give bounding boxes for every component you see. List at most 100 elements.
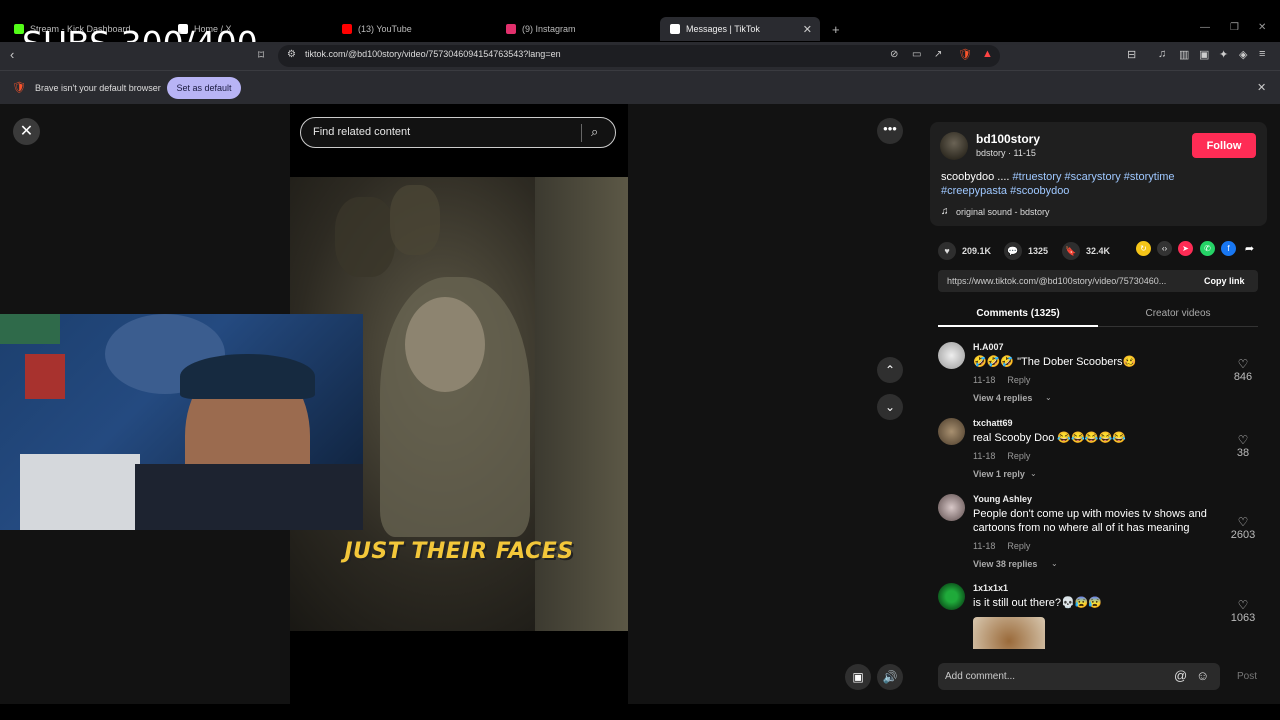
heart-icon[interactable]: ♥ — [938, 242, 956, 260]
comment-input[interactable]: Add comment... — [945, 671, 1015, 682]
close-tab-icon[interactable]: ✕ — [803, 23, 812, 36]
post-subtitle: bdstory · 11-15 — [976, 148, 1036, 158]
wallet-icon[interactable]: ▣ — [1199, 48, 1209, 61]
tab-manager-icon[interactable]: ⊟ — [1127, 48, 1136, 61]
share-icon[interactable]: ↗ — [934, 49, 942, 60]
reply-button[interactable]: Reply — [1007, 451, 1030, 461]
hashtags[interactable]: #truestory #scarystory #storytime — [1013, 171, 1175, 183]
comment-image[interactable] — [973, 617, 1045, 649]
comment-username[interactable]: txchatt69 — [973, 418, 1013, 428]
comment-like[interactable]: ♡ 38 — [1228, 433, 1258, 459]
vpn-icon[interactable]: ◈ — [1239, 48, 1247, 61]
comment-like[interactable]: ♡ 846 — [1228, 357, 1258, 383]
comment-username[interactable]: Young Ashley — [973, 494, 1032, 504]
view-replies-link[interactable]: View 4 replies — [973, 393, 1032, 403]
reply-button[interactable]: Reply — [1007, 375, 1030, 385]
menu-icon[interactable]: ≡ — [1259, 48, 1265, 60]
tab-instagram[interactable]: (9) Instagram — [496, 17, 656, 41]
avatar[interactable] — [938, 342, 965, 369]
back-icon[interactable]: ‹ — [10, 47, 14, 62]
post-comment-button[interactable]: Post — [1237, 671, 1257, 682]
tab-youtube[interactable]: (13) YouTube — [332, 17, 492, 41]
emoji-icon[interactable]: ☺ — [1196, 668, 1209, 683]
hashtags[interactable]: #creepypasta #scoobydoo — [941, 185, 1069, 197]
save-stat[interactable]: 🔖 32.4K — [1062, 242, 1110, 260]
heart-icon[interactable]: ♡ — [1228, 357, 1258, 371]
sidebar-icon[interactable]: ▥ — [1179, 48, 1189, 61]
tab-tiktok[interactable]: Messages | TikTok ✕ — [660, 17, 820, 41]
brave-logo-icon: 🛡 — [12, 82, 26, 94]
url-text[interactable]: tiktok.com/@bd100story/video/75730460941… — [305, 49, 561, 59]
send-icon[interactable]: ➤ — [1178, 241, 1193, 256]
leo-ai-icon[interactable]: ✦ — [1219, 48, 1228, 61]
like-stat[interactable]: ♥ 209.1K — [938, 242, 991, 260]
restore-icon[interactable]: ❐ — [1230, 22, 1239, 33]
set-default-button[interactable]: Set as default — [167, 77, 241, 99]
chevron-down-icon[interactable]: ⌄ — [1045, 393, 1052, 402]
embed-icon[interactable]: ‹› — [1157, 241, 1172, 256]
comment-username[interactable]: H.A007 — [973, 342, 1004, 352]
close-infobar-icon[interactable]: ✕ — [1257, 81, 1266, 94]
repost-icon[interactable]: ↻ — [1136, 241, 1151, 256]
no-tracking-icon[interactable]: ⊘ — [890, 49, 898, 60]
comment-text: People don't come up with movies tv show… — [973, 508, 1207, 534]
comment-icon[interactable]: 💬 — [1004, 242, 1022, 260]
comment-stat[interactable]: 💬 1325 — [1004, 242, 1048, 260]
video-caption: JUST THEIR FACES — [344, 539, 574, 564]
heart-icon[interactable]: ♡ — [1228, 433, 1258, 447]
video-link[interactable]: https://www.tiktok.com/@bd100story/video… — [947, 276, 1166, 286]
brave-rewards-icon[interactable]: ▲ — [982, 48, 993, 60]
previous-video-button[interactable]: ⌃ — [877, 357, 903, 383]
avatar[interactable] — [938, 418, 965, 445]
heart-icon[interactable]: ♡ — [1228, 598, 1258, 612]
more-options-icon[interactable]: ••• — [877, 118, 903, 144]
chevron-down-icon[interactable]: ⌄ — [1030, 469, 1037, 478]
volume-icon[interactable]: 🔊 — [877, 664, 903, 690]
search-input[interactable]: Find related content — [313, 126, 410, 138]
sound-name[interactable]: original sound - bdstory — [956, 207, 1050, 217]
bookmark-icon[interactable]: ⌑ — [258, 48, 264, 62]
next-video-button[interactable]: ⌄ — [877, 394, 903, 420]
search-divider — [581, 124, 582, 142]
avatar[interactable] — [938, 494, 965, 521]
comment-text: 🤣🤣🤣 "The Dober Scoobers🥴 — [973, 356, 1137, 368]
panel-tabs: Comments (1325) Creator videos — [938, 302, 1258, 327]
facebook-icon[interactable]: f — [1221, 241, 1236, 256]
tab-comments[interactable]: Comments (1325) — [938, 302, 1098, 327]
comment-like[interactable]: ♡ 1063 — [1228, 598, 1258, 624]
site-info-icon[interactable]: ⚙ — [287, 49, 296, 60]
view-replies-link[interactable]: View 1 reply — [973, 469, 1025, 479]
chevron-down-icon[interactable]: ⌄ — [1051, 559, 1058, 568]
comment-date: 11-18 — [973, 375, 996, 385]
reply-button[interactable]: Reply — [1007, 541, 1030, 551]
heart-icon[interactable]: ♡ — [1228, 515, 1258, 529]
bookmark-icon[interactable]: 🔖 — [1062, 242, 1080, 260]
copy-link-button[interactable]: Copy link — [1204, 276, 1245, 286]
post-username[interactable]: bd100story — [976, 132, 1040, 146]
avatar[interactable] — [940, 132, 968, 160]
whatsapp-icon[interactable]: ✆ — [1200, 241, 1215, 256]
share-arrow-icon[interactable]: ➦ — [1242, 241, 1257, 256]
close-video-button[interactable]: ✕ — [13, 118, 40, 145]
search-icon[interactable]: ⌕ — [591, 124, 598, 140]
pip-icon[interactable]: ▣ — [845, 664, 871, 690]
media-icon[interactable]: ♫ — [1158, 48, 1166, 60]
comment-date: 11-18 — [973, 451, 996, 461]
find-related-search[interactable]: Find related content ⌕ — [300, 117, 616, 148]
mention-icon[interactable]: @ — [1174, 668, 1187, 683]
brave-shield-icon[interactable]: 🛡 — [958, 48, 972, 61]
comment-like[interactable]: ♡ 2603 — [1228, 515, 1258, 541]
comment-username[interactable]: 1x1x1x1 — [973, 583, 1008, 593]
view-replies-link[interactable]: View 38 replies — [973, 559, 1037, 569]
new-tab-button[interactable]: + — [822, 17, 846, 41]
tab-creator-videos[interactable]: Creator videos — [1098, 302, 1258, 327]
cast-icon[interactable]: ▭ — [912, 49, 921, 60]
music-note-icon: ♫ — [941, 206, 949, 217]
follow-button[interactable]: Follow — [1192, 133, 1256, 158]
comment-item: H.A007 🤣🤣🤣 "The Dober Scoobers🥴 11-18 Rep… — [938, 342, 1258, 412]
window-close-icon[interactable]: ✕ — [1258, 22, 1266, 33]
shelf-shape — [20, 454, 140, 530]
avatar[interactable] — [938, 583, 965, 610]
minimize-icon[interactable]: — — [1200, 22, 1210, 33]
beanie-shape — [180, 354, 315, 399]
